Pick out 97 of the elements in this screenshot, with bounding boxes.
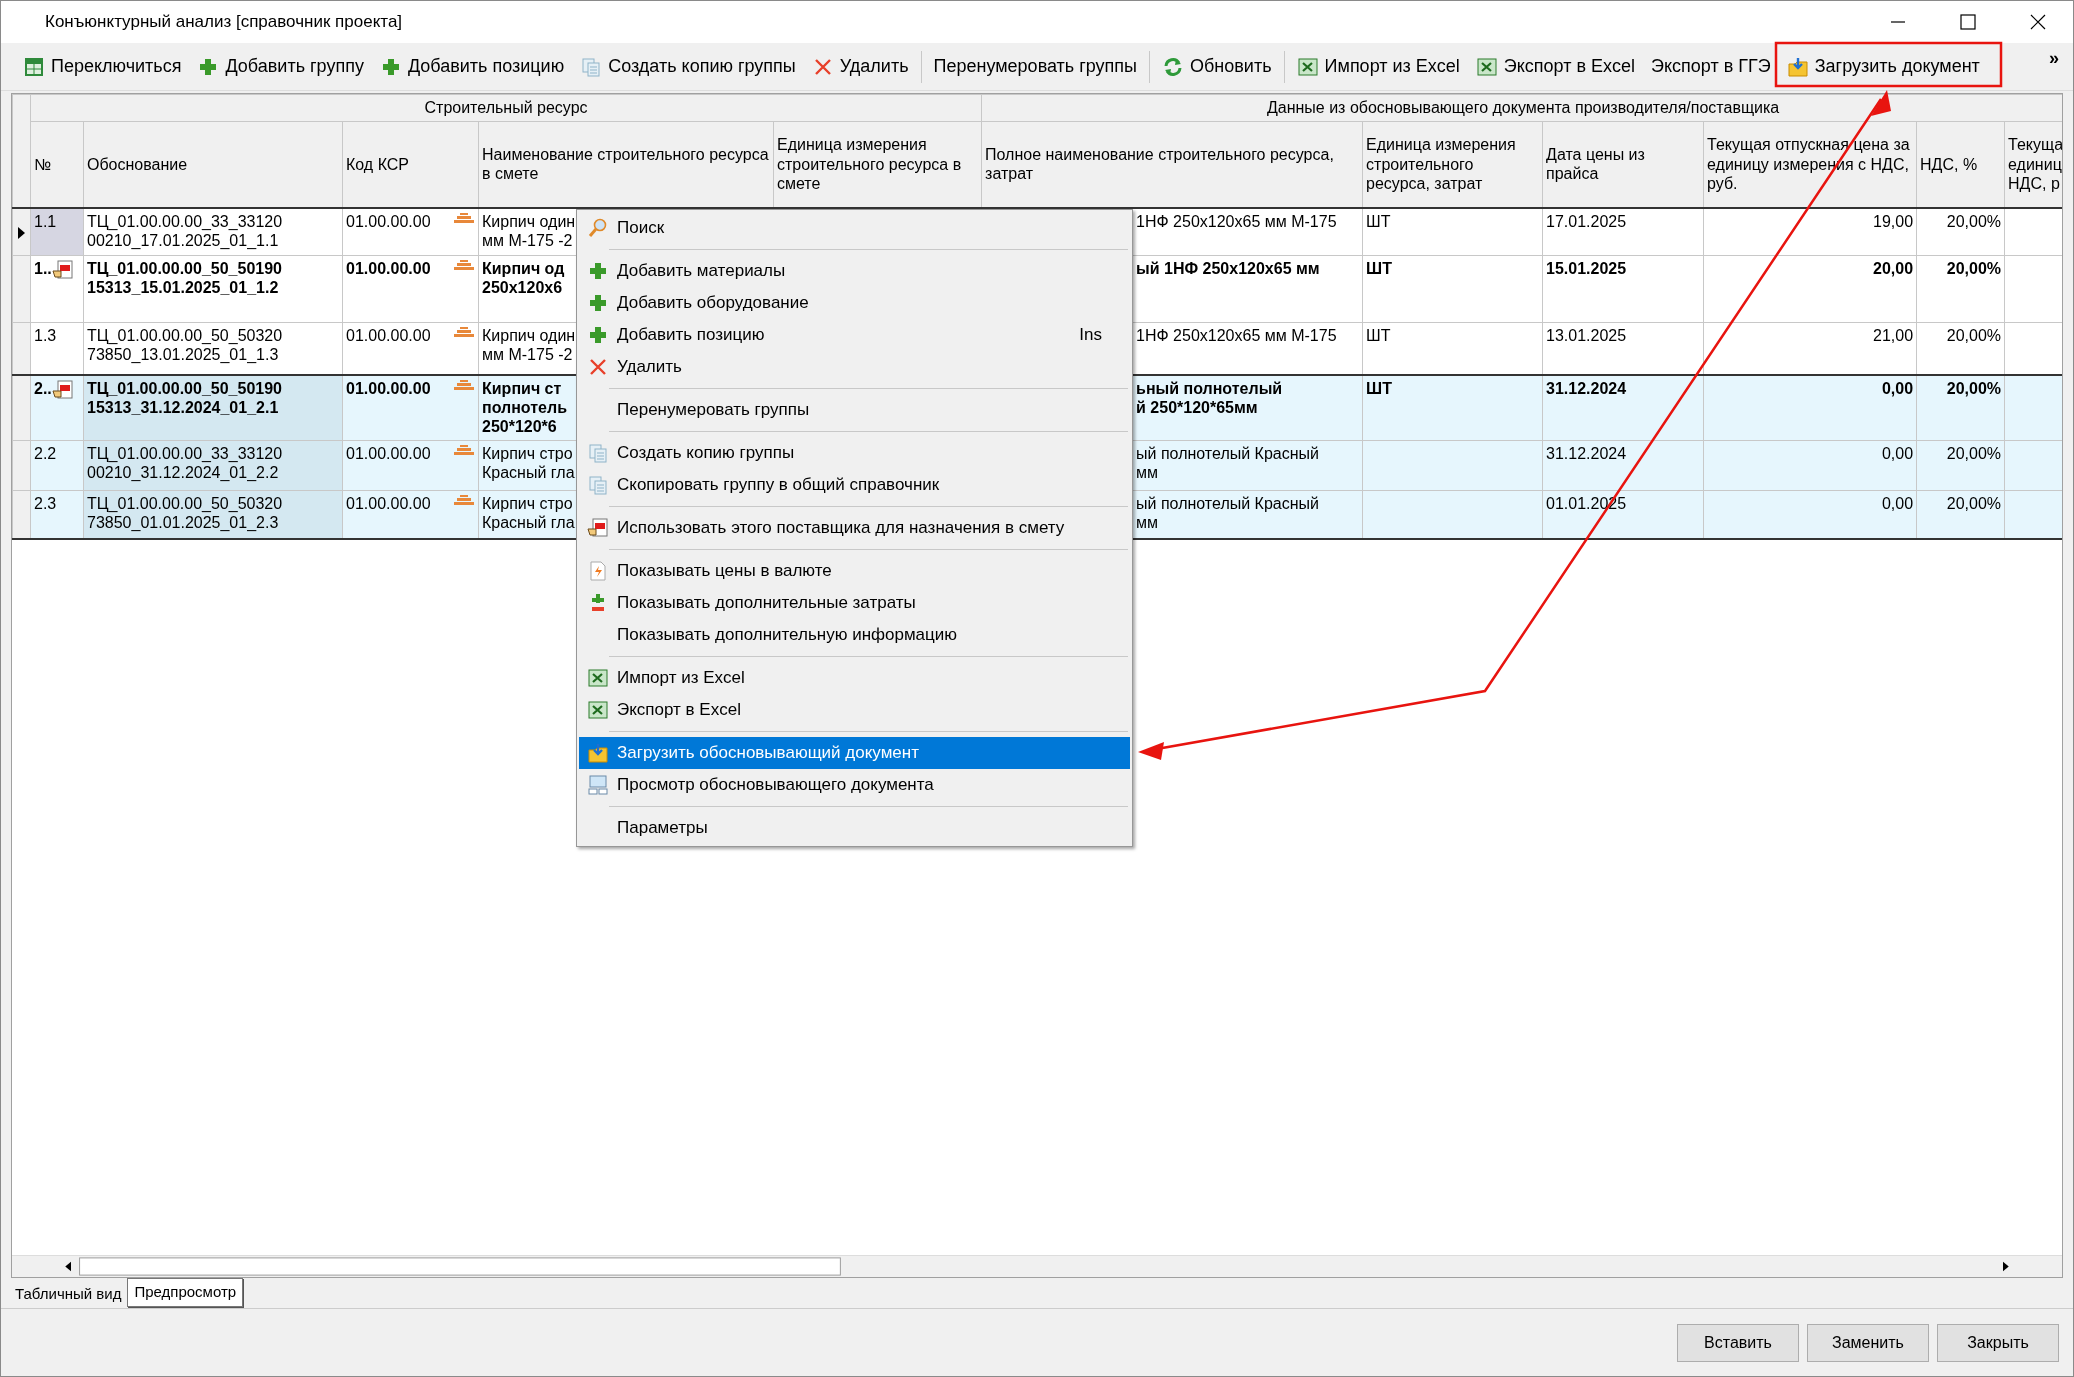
- dialog-button[interactable]: Вставить: [1677, 1323, 1799, 1362]
- table-cell: 01.00.00.00: [346, 211, 431, 231]
- table-cell: 1.1: [34, 212, 57, 230]
- table-cell: 31.12.2024: [1546, 379, 1627, 397]
- table-cell: ШТ: [1366, 379, 1392, 397]
- column-header[interactable]: НДС, %: [1916, 121, 2005, 208]
- column-header[interactable]: Код КСР: [342, 121, 479, 208]
- table-cell: 01.00.00.00: [346, 378, 431, 398]
- dialog-button[interactable]: Заменить: [1807, 1323, 1929, 1362]
- toolbar-button[interactable]: Обновить: [1154, 51, 1280, 82]
- table-cell: ый полнотелый Красный мм: [1136, 495, 1319, 532]
- table-cell: 17.01.2025: [1546, 212, 1627, 230]
- menu-item[interactable]: Создать копию группы: [579, 437, 1130, 469]
- overflow-chevron[interactable]: »: [2049, 45, 2059, 72]
- table-cell: Кирпич од 250x120x6: [482, 260, 565, 297]
- table-cell: 2.3: [34, 495, 57, 512]
- toolbar-button[interactable]: Удалить: [803, 51, 917, 82]
- menu-item[interactable]: Параметры: [579, 812, 1130, 844]
- table-cell: Кирпич один мм М-175 -2: [482, 327, 576, 364]
- table-cell: 20,00%: [1946, 327, 2002, 344]
- column-header[interactable]: Единица измерения строительного ресурса, затрат: [1362, 121, 1543, 208]
- table-cell: ТЦ_01.00.00.00_50_50190 15313_31.12.2024_01_2.1: [87, 379, 282, 416]
- table-cell: ТЦ_01.00.00.00_50_50190 15313_15.01.2025_01_1.2: [87, 260, 282, 297]
- table-cell: 20,00%: [1946, 379, 2002, 397]
- table-cell: ый полнотелый Красный мм: [1136, 445, 1319, 482]
- menu-item[interactable]: Импорт из Excel: [579, 662, 1130, 694]
- toolbar-button[interactable]: Загрузить документ: [1778, 51, 1988, 82]
- column-header[interactable]: Единица измерения строительного ресурса в смете: [773, 121, 982, 208]
- view-tab[interactable]: Предпросмотр: [127, 1278, 244, 1307]
- table-cell: ый 1НФ 250x120x65 мм: [1136, 260, 1320, 277]
- table-cell: ТЦ_01.00.00.00_33_33120 00210_31.12.2024_01_2.2: [87, 445, 283, 482]
- menu-item[interactable]: Добавить позицию Ins: [579, 319, 1130, 351]
- table-cell: 0,00: [1881, 495, 1914, 512]
- table-cell: ШТ: [1366, 327, 1391, 344]
- table-cell: 20,00%: [1946, 445, 2002, 462]
- table-cell: 21,00: [1873, 327, 1914, 344]
- menu-item[interactable]: Добавить материалы: [579, 255, 1130, 287]
- table-cell: 01.00.00.00: [346, 494, 431, 514]
- table-cell: 20,00%: [1946, 212, 2002, 230]
- toolbar-button[interactable]: Импорт из Excel: [1288, 51, 1468, 82]
- table-cell-text: 1..: [34, 259, 52, 279]
- table-cell: Кирпич стро Красный гла: [482, 495, 575, 532]
- menu-item[interactable]: Перенумеровать группы: [579, 394, 1130, 426]
- table-cell: 0,00: [1881, 379, 1914, 397]
- table-cell: 0,00: [1881, 445, 1914, 462]
- column-header[interactable]: Полное наименование строительного ресурса, затрат: [981, 121, 1363, 208]
- column-header[interactable]: Наименование строительного ресурса в смете: [478, 121, 774, 208]
- menu-item[interactable]: Показывать цены в валюте: [579, 555, 1130, 587]
- table-cell: 1.3: [34, 327, 57, 344]
- menu-item[interactable]: Скопировать группу в общий справочник: [579, 469, 1130, 501]
- column-group-header: Строительный ресурс: [30, 94, 982, 122]
- table-cell: 01.00.00.00: [346, 259, 431, 279]
- dialog-button[interactable]: Закрыть: [1937, 1323, 2059, 1362]
- menu-item[interactable]: Добавить оборудование: [579, 287, 1130, 319]
- table-cell: ТЦ_01.00.00.00_50_50320 73850_13.01.2025_01_1.3: [87, 327, 283, 364]
- table-cell: ТЦ_01.00.00.00_33_33120 00210_17.01.2025_01_1.1: [87, 212, 283, 249]
- table-cell: 19,00: [1873, 212, 1914, 230]
- menu-item[interactable]: Загрузить обосновывающий документ: [579, 737, 1130, 769]
- toolbar-button[interactable]: Экспорт в ГГЭ: [1643, 51, 1779, 82]
- toolbar-button[interactable]: Переключиться: [15, 51, 190, 82]
- column-header[interactable]: №: [30, 121, 84, 208]
- table-cell: 20,00: [1873, 260, 1914, 277]
- table-cell: ШТ: [1366, 260, 1392, 277]
- table-cell: 1НФ 250x120x65 мм М-175: [1136, 212, 1337, 230]
- column-header[interactable]: Обоснование: [83, 121, 343, 208]
- table-cell: 2.2: [34, 445, 57, 462]
- table-cell: 15.01.2025: [1546, 260, 1627, 277]
- menu-item[interactable]: Использовать этого поставщика для назначения в смету: [579, 512, 1130, 544]
- table-cell: 20,00%: [1946, 495, 2002, 512]
- toolbar-button[interactable]: Добавить позицию: [371, 51, 573, 82]
- toolbar-button[interactable]: Перенумеровать группы: [925, 51, 1146, 82]
- menu-item[interactable]: Экспорт в Excel: [579, 694, 1130, 726]
- toolbar-button[interactable]: Экспорт в Excel: [1467, 51, 1644, 82]
- menu-item[interactable]: Поиск: [579, 212, 1130, 244]
- menu-item[interactable]: Показывать дополнительные затраты: [579, 587, 1130, 619]
- table-cell: 01.00.00.00: [346, 444, 431, 464]
- table-cell: Кирпич ст полнотель 250*120*6: [482, 379, 567, 435]
- column-group-header: Данные из обосновывающего документа производителя/поставщика: [981, 94, 2062, 122]
- table-cell: Кирпич один мм М-175 -2: [482, 212, 576, 249]
- menu-item[interactable]: Удалить: [579, 351, 1130, 383]
- table-cell: ТЦ_01.00.00.00_50_50320 73850_01.01.2025_01_2.3: [87, 495, 283, 532]
- table-cell: 1НФ 250x120x65 мм М-175: [1136, 327, 1337, 344]
- column-header[interactable]: Дата цены из прайса: [1542, 121, 1704, 208]
- menu-item[interactable]: Просмотр обосновывающего документа: [579, 769, 1130, 801]
- table-cell: 20,00%: [1946, 260, 2002, 277]
- toolbar-button[interactable]: Добавить группу: [189, 51, 372, 82]
- menu-item[interactable]: Показывать дополнительную информацию: [579, 619, 1130, 651]
- table-cell: ШТ: [1366, 212, 1391, 230]
- table-cell: 01.00.00.00: [346, 326, 431, 346]
- toolbar-button[interactable]: Создать копию группы: [572, 51, 804, 82]
- window-title: Конъюнктурный анализ [справочник проекта]: [45, 11, 403, 34]
- table-cell: Кирпич стро Красный гла: [482, 445, 575, 482]
- table-cell-text: 2..: [34, 378, 52, 399]
- table-cell: 13.01.2025: [1546, 327, 1627, 344]
- table-cell: ьный полнотелый й 250*120*65мм: [1136, 379, 1283, 416]
- shortcut-text: Ins: [1079, 324, 1102, 347]
- table-cell: 31.12.2024: [1546, 445, 1627, 462]
